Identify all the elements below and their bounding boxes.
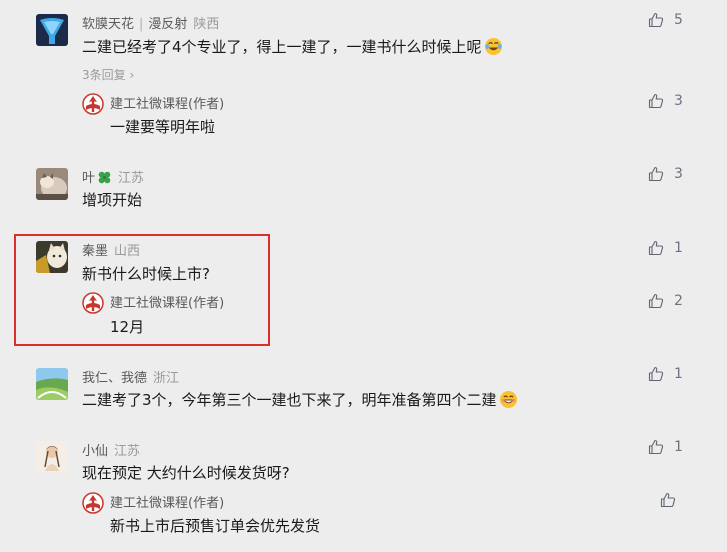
like-button[interactable]: 3 bbox=[648, 93, 683, 109]
thumbs-up-icon bbox=[648, 366, 664, 382]
avatar-image bbox=[36, 441, 68, 473]
author-location: 浙江 bbox=[153, 371, 180, 386]
author-name[interactable]: 我仁、我德 bbox=[82, 371, 147, 386]
like-button[interactable] bbox=[660, 492, 686, 508]
author-location: 陕西 bbox=[193, 17, 220, 32]
thumbs-up-icon bbox=[660, 492, 676, 508]
grin-emoji bbox=[499, 390, 517, 409]
separator: | bbox=[139, 17, 144, 32]
reply-author[interactable]: 建工社微课程(作者) bbox=[110, 492, 224, 511]
chevron-right-icon: › bbox=[129, 68, 135, 82]
comment-text: 二建考了3个，今年第三个一建也下来了，明年准备第四个二建 bbox=[82, 389, 518, 410]
comment-author: 小仙 江苏 bbox=[82, 440, 140, 459]
avatar-image bbox=[36, 368, 68, 400]
author-name[interactable]: 小仙 bbox=[82, 444, 108, 459]
like-count: 3 bbox=[674, 166, 683, 182]
like-button[interactable]: 3 bbox=[648, 166, 683, 182]
avatar-image bbox=[36, 14, 68, 46]
like-count: 1 bbox=[674, 439, 683, 455]
comment-text-body: 二建已经考了4个专业了，得上一建了，一建书什么时候上呢 bbox=[82, 38, 482, 56]
like-count: 3 bbox=[674, 93, 683, 109]
like-count: 1 bbox=[674, 240, 683, 256]
comment-author: 软膜天花 | 漫反射 陕西 bbox=[82, 13, 219, 32]
author-name[interactable]: 秦墨 bbox=[82, 244, 108, 259]
avatar[interactable] bbox=[36, 368, 68, 400]
author-logo-icon bbox=[82, 292, 104, 314]
author-location: 江苏 bbox=[118, 171, 145, 186]
reply-text: 一建要等明年啦 bbox=[110, 118, 216, 136]
thumbs-up-icon bbox=[648, 12, 664, 28]
comment-text: 二建已经考了4个专业了，得上一建了，一建书什么时候上呢 bbox=[82, 36, 503, 57]
author-name[interactable]: 叶 bbox=[82, 171, 95, 186]
reply-author[interactable]: 建工社微课程(作者) bbox=[110, 292, 224, 311]
thumbs-up-icon bbox=[648, 439, 664, 455]
author-extra: 漫反射 bbox=[148, 17, 188, 32]
avatar[interactable] bbox=[36, 14, 68, 46]
reply-author[interactable]: 建工社微课程(作者) bbox=[110, 93, 224, 112]
author-logo-icon bbox=[82, 93, 104, 115]
thumbs-up-icon bbox=[648, 93, 664, 109]
comment-author: 秦墨 山西 bbox=[82, 240, 140, 259]
thumbs-up-icon bbox=[648, 240, 664, 256]
author-location: 江苏 bbox=[114, 444, 141, 459]
avatar-image bbox=[36, 241, 68, 273]
like-button[interactable]: 5 bbox=[648, 12, 683, 28]
avatar-image bbox=[36, 168, 68, 200]
reply-text: 12月 bbox=[110, 318, 145, 336]
laugh-tears-emoji bbox=[484, 37, 502, 56]
avatar[interactable] bbox=[36, 441, 68, 473]
author-location: 山西 bbox=[114, 244, 141, 259]
comment-text-body: 二建考了3个，今年第三个一建也下来了，明年准备第四个二建 bbox=[82, 391, 497, 409]
thumbs-up-icon bbox=[648, 293, 664, 309]
comment-text: 现在预定 大约什么时候发货呀? bbox=[82, 464, 290, 482]
avatar[interactable] bbox=[36, 241, 68, 273]
clover-icon bbox=[98, 171, 111, 184]
like-count: 2 bbox=[674, 293, 683, 309]
thumbs-up-icon bbox=[648, 166, 664, 182]
like-button[interactable]: 2 bbox=[648, 293, 683, 309]
view-replies-label: 3条回复 bbox=[82, 68, 126, 82]
like-button[interactable]: 1 bbox=[648, 439, 683, 455]
comment-author: 我仁、我德 浙江 bbox=[82, 367, 179, 386]
like-count: 1 bbox=[674, 366, 683, 382]
comment-author: 叶 江苏 bbox=[82, 167, 144, 186]
like-count: 5 bbox=[674, 12, 683, 28]
reply-text: 新书上市后预售订单会优先发货 bbox=[110, 517, 321, 535]
view-replies-link[interactable]: 3条回复 › bbox=[82, 66, 134, 83]
author-logo-icon bbox=[82, 492, 104, 514]
avatar[interactable] bbox=[36, 168, 68, 200]
like-button[interactable]: 1 bbox=[648, 240, 683, 256]
comment-text: 增项开始 bbox=[82, 191, 143, 209]
comment-text: 新书什么时候上市? bbox=[82, 265, 210, 283]
like-button[interactable]: 1 bbox=[648, 366, 683, 382]
author-name[interactable]: 软膜天花 bbox=[82, 17, 134, 32]
